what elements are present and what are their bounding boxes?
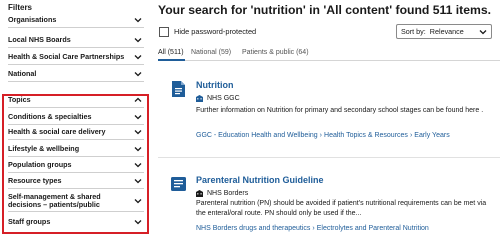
filter-topics[interactable]: Topics	[8, 93, 144, 108]
result-org-name: NHS Borders	[207, 190, 249, 197]
results-tabs: All (511) National (59) Patients & publi…	[158, 47, 500, 61]
chevron-down-icon	[134, 71, 142, 77]
filter-label: Health & social care delivery	[8, 127, 106, 136]
filter-health-social-care-delivery[interactable]: Health & social care delivery	[8, 125, 144, 140]
tab-all[interactable]: All (511)	[158, 49, 184, 56]
sort-label: Sort by:	[401, 27, 426, 36]
result-org: NHS GGC	[196, 95, 240, 102]
filter-label: National	[8, 69, 37, 78]
filter-label: Self-management & shared decisions – pat…	[8, 191, 101, 209]
filter-resource-types[interactable]: Resource types	[8, 174, 144, 189]
breadcrumb-link[interactable]: Early Years	[414, 132, 449, 139]
filters-sidebar: Filters Organisations Local NHS Boards H…	[0, 0, 149, 246]
filter-label: Lifestyle & wellbeing	[8, 144, 80, 153]
tab-national[interactable]: National (59)	[191, 49, 231, 56]
filter-organisations[interactable]: Organisations	[8, 13, 144, 28]
filter-population-groups[interactable]: Population groups	[8, 158, 144, 173]
chevron-down-icon	[134, 54, 142, 60]
results-heading: Your search for 'nutrition' in 'All cont…	[158, 3, 492, 17]
organisation-icon	[196, 190, 203, 197]
filter-label: Health & Social Care Partnerships	[8, 52, 125, 61]
result-title-link[interactable]: Nutrition	[196, 80, 234, 90]
filter-label: Staff groups	[8, 216, 51, 226]
filter-local-nhs-boards[interactable]: Local NHS Boards	[8, 33, 144, 48]
breadcrumb-link[interactable]: Electrolytes and Parenteral Nutrition	[317, 225, 429, 232]
filter-staff-groups[interactable]: Staff groups	[8, 214, 144, 229]
sort-select[interactable]: Sort by: Relevance	[396, 24, 492, 39]
filter-label: Population groups	[8, 160, 72, 169]
chevron-down-icon	[134, 114, 142, 120]
result-description: Parenteral nutrition (PN) should be avoi…	[196, 200, 487, 217]
filter-label: Resource types	[8, 176, 62, 185]
filter-label: Local NHS Boards	[8, 35, 71, 44]
hide-password-checkbox[interactable]	[159, 27, 169, 37]
chevron-down-icon	[134, 219, 142, 225]
filter-national[interactable]: National	[8, 67, 144, 82]
filter-self-management[interactable]: Self-management & shared decisions – pat…	[8, 190, 144, 212]
chevron-down-icon	[134, 129, 142, 135]
chevron-down-icon	[134, 162, 142, 168]
result-item: Nutrition NHS GGC Further information on…	[158, 70, 500, 158]
filter-health-social-care-partnerships[interactable]: Health & Social Care Partnerships	[8, 50, 144, 65]
result-org: NHS Borders	[196, 190, 248, 197]
filter-lifestyle-wellbeing[interactable]: Lifestyle & wellbeing	[8, 142, 144, 157]
chevron-down-icon	[479, 29, 487, 35]
filters-title: Filters	[8, 3, 33, 12]
chevron-right-icon: ›	[312, 225, 315, 232]
chevron-down-icon	[134, 178, 142, 184]
sort-value: Relevance	[429, 27, 464, 36]
result-breadcrumb: GGC - Education Health and Wellbeing › Hea…	[196, 132, 450, 139]
organisation-icon	[196, 95, 203, 102]
result-description: Further information on Nutrition for pri…	[196, 107, 484, 114]
result-org-name: NHS GGC	[207, 95, 240, 102]
chevron-right-icon: ›	[319, 132, 323, 139]
filter-label: Organisations	[8, 15, 57, 24]
chevron-down-icon	[134, 17, 142, 23]
active-tab-indicator	[158, 59, 185, 61]
book-icon	[171, 177, 186, 191]
document-icon	[172, 81, 185, 97]
hide-password-label: Hide password-protected	[174, 27, 257, 36]
chevron-down-icon	[134, 37, 142, 43]
chevron-up-icon	[134, 97, 142, 103]
breadcrumb-link[interactable]: NHS Borders drugs and therapeutics	[196, 225, 310, 232]
result-breadcrumb: NHS Borders drugs and therapeutics › Elect…	[196, 225, 429, 232]
filter-conditions-specialties[interactable]: Conditions & specialties	[8, 110, 144, 125]
chevron-down-icon	[134, 198, 142, 204]
tab-patients-public[interactable]: Patients & public (64)	[242, 49, 309, 56]
breadcrumb-link[interactable]: Health Topics & Resources	[324, 132, 408, 139]
search-results-main: Your search for 'nutrition' in 'All cont…	[158, 0, 500, 246]
breadcrumb-link[interactable]: GGC - Education Health and Wellbeing	[196, 132, 318, 139]
chevron-right-icon: ›	[409, 132, 413, 139]
result-title-link[interactable]: Parenteral Nutrition Guideline	[196, 175, 324, 185]
filter-label: Topics	[8, 95, 31, 104]
filter-label: Conditions & specialties	[8, 112, 92, 121]
chevron-down-icon	[134, 146, 142, 152]
result-item: Parenteral Nutrition Guideline NHS Borde…	[158, 165, 500, 246]
